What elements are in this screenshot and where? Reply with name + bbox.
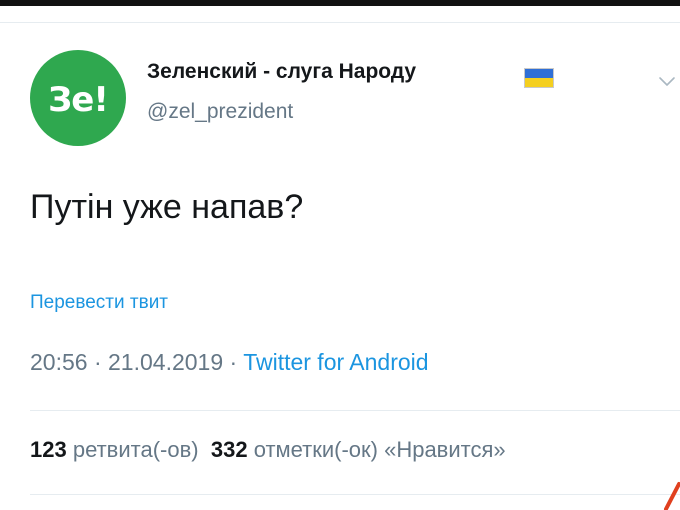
- tweet-metadata: 20:56 · 21.04.2019 · Twitter for Android: [30, 349, 429, 376]
- meta-separator: ·: [93, 349, 102, 375]
- chevron-down-icon[interactable]: [657, 72, 677, 92]
- translate-tweet-link[interactable]: Перевести твит: [30, 292, 168, 314]
- likes-label: отметки(-ок) «Нравится»: [253, 437, 506, 462]
- top-divider: [0, 22, 680, 23]
- user-handle[interactable]: @zel_prezident: [147, 100, 293, 124]
- ukraine-flag-icon: [524, 68, 554, 88]
- tweet-screenshot: Зе! Зеленский - слуга Народу @zel_prezid…: [0, 0, 680, 510]
- display-name[interactable]: Зеленский - слуга Народу: [147, 60, 416, 84]
- avatar[interactable]: Зе!: [30, 50, 126, 146]
- avatar-logo-text: Зе!: [48, 80, 109, 120]
- retweets-stat[interactable]: 123 ретвита(-ов): [30, 437, 199, 462]
- tweet-source-link[interactable]: Twitter for Android: [243, 349, 428, 375]
- divider: [30, 410, 680, 411]
- tweet-date[interactable]: 21.04.2019: [108, 349, 223, 375]
- divider: [30, 494, 680, 495]
- tweet-time[interactable]: 20:56: [30, 349, 88, 375]
- red-stroke-mark: [664, 482, 680, 510]
- tweet-stats: 123 ретвита(-ов) 332 отметки(-ок) «Нрави…: [30, 437, 506, 463]
- top-border: [0, 0, 680, 6]
- retweets-label: ретвита(-ов): [72, 437, 199, 462]
- meta-separator: ·: [229, 349, 238, 375]
- retweets-count: 123: [30, 437, 67, 462]
- likes-count: 332: [210, 437, 248, 462]
- likes-stat[interactable]: 332 отметки(-ок) «Нравится»: [211, 437, 506, 462]
- tweet-text: Путін уже напав?: [30, 188, 304, 226]
